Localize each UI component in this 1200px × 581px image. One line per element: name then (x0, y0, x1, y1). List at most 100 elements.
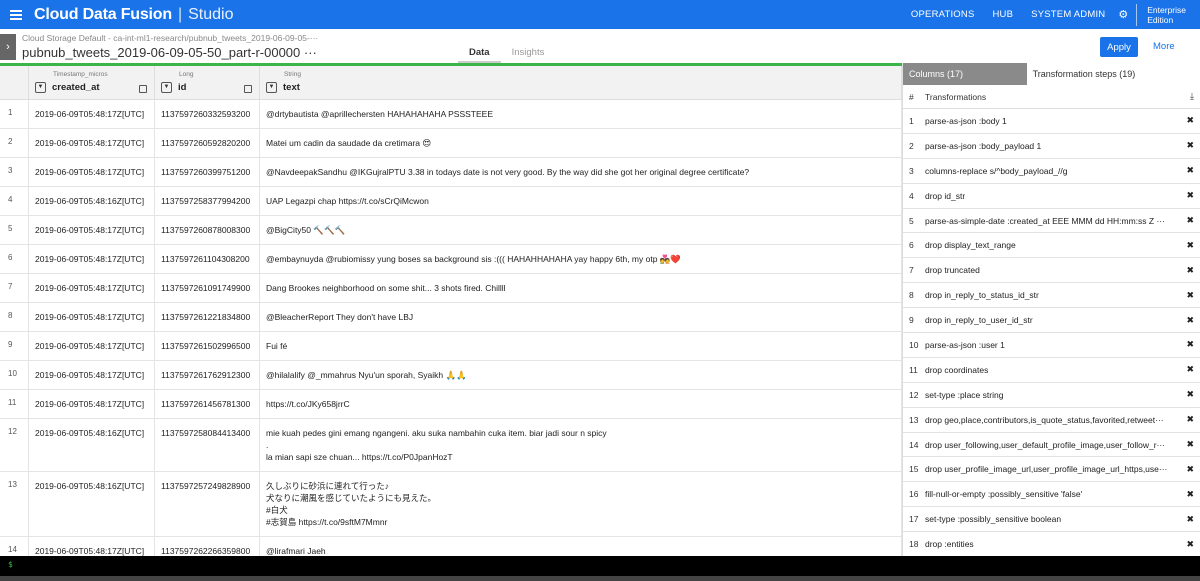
column-select-checkbox[interactable] (139, 85, 147, 93)
cell-created-at[interactable]: 2019-06-09T05:48:17Z[UTC] (29, 100, 155, 128)
transformation-step[interactable]: 7 drop truncated ✖ (903, 258, 1200, 284)
table-row[interactable]: 11 2019-06-09T05:48:17Z[UTC] 1137597261456… (0, 390, 902, 419)
cell-id[interactable]: 1137597261221834800 (155, 303, 260, 331)
cell-text[interactable]: @BigCity50 🔨🔨🔨 (260, 216, 902, 244)
cell-created-at[interactable]: 2019-06-09T05:48:17Z[UTC] (29, 537, 155, 556)
cell-text[interactable]: Matei um cadin da saudade da cretimara 😍 (260, 129, 902, 157)
cell-text[interactable]: Fui fé (260, 332, 902, 360)
cell-text[interactable]: 久しぶりに砂浜に連れて行った♪ 犬なりに潮風を感じていたようにも見えた。 #白犬… (260, 472, 902, 536)
close-icon[interactable]: ✖ (1180, 265, 1194, 276)
cell-created-at[interactable]: 2019-06-09T05:48:17Z[UTC] (29, 245, 155, 273)
cell-text[interactable]: @drtybautista @aprillechersten HAHAHAHAH… (260, 100, 902, 128)
close-icon[interactable]: ✖ (1180, 514, 1194, 525)
close-icon[interactable]: ✖ (1180, 364, 1194, 375)
brand-title[interactable]: Cloud Data Fusion (34, 6, 172, 24)
column-header-text[interactable]: String ▼ text (260, 66, 902, 99)
transformation-step[interactable]: 6 drop display_text_range ✖ (903, 233, 1200, 259)
table-row[interactable]: 9 2019-06-09T05:48:17Z[UTC] 11375972615029… (0, 332, 902, 361)
close-icon[interactable]: ✖ (1180, 439, 1194, 450)
cell-created-at[interactable]: 2019-06-09T05:48:17Z[UTC] (29, 390, 155, 418)
cell-created-at[interactable]: 2019-06-09T05:48:16Z[UTC] (29, 187, 155, 215)
nav-operations[interactable]: OPERATIONS (902, 9, 984, 20)
transformation-step[interactable]: 13 drop geo,place,contributors,is_quote_s… (903, 408, 1200, 433)
transformation-step[interactable]: 15 drop user_profile_image_url,user_profi… (903, 457, 1200, 483)
close-icon[interactable]: ✖ (1180, 190, 1194, 201)
cell-id[interactable]: 1137597260592820200 (155, 129, 260, 157)
cell-text[interactable]: https://t.co/JKy658jrrC (260, 390, 902, 418)
transformation-step[interactable]: 14 drop user_following,user_default_profi… (903, 433, 1200, 458)
cell-text[interactable]: @lirafmari Jaeh (260, 537, 902, 556)
cell-id[interactable]: 1137597261762912300 (155, 361, 260, 389)
transformation-step[interactable]: 11 drop coordinates ✖ (903, 358, 1200, 383)
nav-system-admin[interactable]: SYSTEM ADMIN (1022, 9, 1114, 20)
close-icon[interactable]: ✖ (1180, 165, 1194, 176)
cell-created-at[interactable]: 2019-06-09T05:48:17Z[UTC] (29, 332, 155, 360)
transformation-step[interactable]: 8 drop in_reply_to_status_id_str ✖ (903, 283, 1200, 309)
apply-button[interactable]: Apply (1100, 37, 1138, 57)
transformation-step[interactable]: 9 drop in_reply_to_user_id_str ✖ (903, 308, 1200, 334)
column-header-created-at[interactable]: Timestamp_micros ▼ created_at (29, 66, 155, 99)
close-icon[interactable]: ✖ (1180, 315, 1194, 326)
transformation-step[interactable]: 2 parse-as-json :body_payload 1 ✖ (903, 134, 1200, 159)
close-icon[interactable]: ✖ (1180, 389, 1194, 400)
close-icon[interactable]: ✖ (1180, 539, 1194, 550)
command-console[interactable]: $ (0, 556, 1200, 576)
cell-created-at[interactable]: 2019-06-09T05:48:17Z[UTC] (29, 129, 155, 157)
table-row[interactable]: 1 2019-06-09T05:48:17Z[UTC] 11375972603325… (0, 100, 902, 129)
table-row[interactable]: 5 2019-06-09T05:48:17Z[UTC] 11375972608780… (0, 216, 902, 245)
tab-columns[interactable]: Columns (17) (903, 63, 1027, 85)
cell-text[interactable]: Dang Brookes neighborhood on some shit..… (260, 274, 902, 302)
transformation-step[interactable]: 3 columns-replace s/^body_payload_//g ✖ (903, 159, 1200, 184)
transformation-step[interactable]: 4 drop id_str ✖ (903, 184, 1200, 209)
cell-id[interactable]: 1137597262266359800 (155, 537, 260, 556)
cell-text[interactable]: @NavdeepakSandhu @IKGujralPTU 3.38 in to… (260, 158, 902, 186)
table-row[interactable]: 10 2019-06-09T05:48:17Z[UTC] 1137597261762… (0, 361, 902, 390)
nav-hub[interactable]: HUB (984, 9, 1023, 20)
cell-created-at[interactable]: 2019-06-09T05:48:17Z[UTC] (29, 158, 155, 186)
more-button[interactable]: More (1153, 41, 1175, 52)
table-row[interactable]: 12 2019-06-09T05:48:16Z[UTC] 1137597258084… (0, 419, 902, 472)
gear-icon[interactable]: ⚙ (1114, 8, 1136, 21)
table-row[interactable]: 2 2019-06-09T05:48:17Z[UTC] 11375972605928… (0, 129, 902, 158)
cell-created-at[interactable]: 2019-06-09T05:48:17Z[UTC] (29, 274, 155, 302)
cell-id[interactable]: 1137597260878008300 (155, 216, 260, 244)
close-icon[interactable]: ✖ (1180, 215, 1194, 226)
cell-created-at[interactable]: 2019-06-09T05:48:17Z[UTC] (29, 361, 155, 389)
dataset-name[interactable]: pubnub_tweets_2019-06-09-05-50_part-r-00… (22, 45, 317, 60)
cell-id[interactable]: 1137597261104308200 (155, 245, 260, 273)
close-icon[interactable]: ✖ (1180, 140, 1194, 151)
chevron-right-icon[interactable]: › (0, 34, 16, 60)
cell-text[interactable]: UAP Legazpi chap https://t.co/sCrQiMcwon (260, 187, 902, 215)
cell-id[interactable]: 1137597258377994200 (155, 187, 260, 215)
cell-id[interactable]: 1137597260332593200 (155, 100, 260, 128)
transformation-step[interactable]: 17 set-type :possibly_sensitive boolean ✖ (903, 507, 1200, 533)
table-row[interactable]: 6 2019-06-09T05:48:17Z[UTC] 11375972611043… (0, 245, 902, 274)
chevron-down-icon[interactable]: ▼ (266, 82, 277, 93)
close-icon[interactable]: ✖ (1180, 414, 1194, 425)
hamburger-menu-icon[interactable] (0, 13, 32, 16)
transformation-step[interactable]: 10 parse-as-json :user 1 ✖ (903, 333, 1200, 358)
cell-text[interactable]: mie kuah pedes gini emang ngangeni. aku … (260, 419, 902, 471)
table-row[interactable]: 8 2019-06-09T05:48:17Z[UTC] 11375972612218… (0, 303, 902, 332)
close-icon[interactable]: ✖ (1180, 489, 1194, 500)
transformation-step[interactable]: 12 set-type :place string ✖ (903, 383, 1200, 408)
transformation-step[interactable]: 5 parse-as-simple-date :created_at EEE MM… (903, 209, 1200, 234)
tab-data[interactable]: Data (458, 45, 501, 64)
chevron-down-icon[interactable]: ▼ (35, 82, 46, 93)
tab-transformation-steps[interactable]: Transformation steps (19) (1027, 63, 1200, 85)
cell-created-at[interactable]: 2019-06-09T05:48:16Z[UTC] (29, 472, 155, 536)
cell-id[interactable]: 1137597258084413400 (155, 419, 260, 471)
cell-id[interactable]: 1137597261502996500 (155, 332, 260, 360)
close-icon[interactable]: ✖ (1180, 464, 1194, 475)
cell-created-at[interactable]: 2019-06-09T05:48:17Z[UTC] (29, 216, 155, 244)
cell-created-at[interactable]: 2019-06-09T05:48:17Z[UTC] (29, 303, 155, 331)
close-icon[interactable]: ✖ (1180, 115, 1194, 126)
cell-text[interactable]: @BleacherReport They don't have LBJ (260, 303, 902, 331)
cell-created-at[interactable]: 2019-06-09T05:48:16Z[UTC] (29, 419, 155, 471)
cell-id[interactable]: 1137597257249828900 (155, 472, 260, 536)
table-row[interactable]: 4 2019-06-09T05:48:16Z[UTC] 11375972583779… (0, 187, 902, 216)
transformation-step[interactable]: 1 parse-as-json :body 1 ✖ (903, 109, 1200, 134)
cell-id[interactable]: 1137597261456781300 (155, 390, 260, 418)
cell-id[interactable]: 1137597261091749900 (155, 274, 260, 302)
close-icon[interactable]: ✖ (1180, 290, 1194, 301)
